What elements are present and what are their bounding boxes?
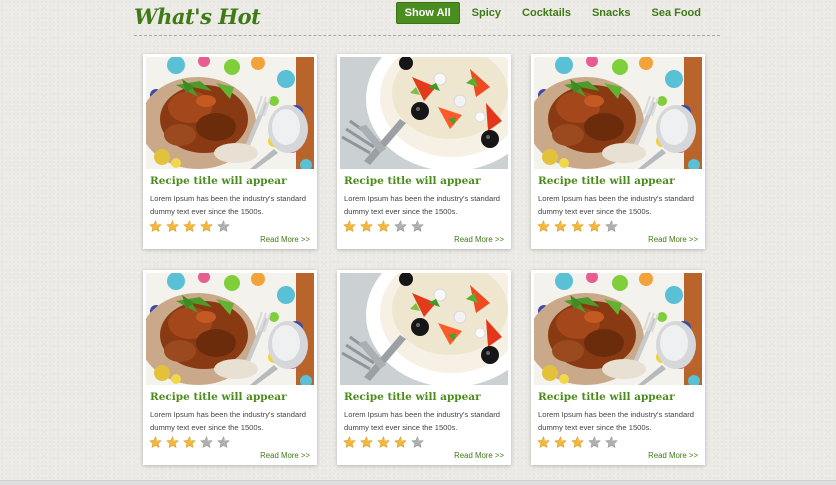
star-empty-icon[interactable] [217,436,230,449]
nav-spicy[interactable]: Spicy [463,2,510,24]
rating-stars[interactable] [149,436,230,449]
read-more-link[interactable]: Read More >> [260,235,310,244]
header-divider [134,35,720,36]
recipe-title[interactable]: Recipe title will appear [344,391,481,403]
read-more-link[interactable]: Read More >> [454,235,504,244]
recipe-description: Lorem Ipsum has been the industry's stan… [538,194,694,216]
recipe-description: Lorem Ipsum has been the industry's stan… [150,194,306,216]
star-filled-icon[interactable] [200,220,213,233]
nav-cocktails[interactable]: Cocktails [513,2,580,24]
recipe-title[interactable]: Recipe title will appear [538,175,675,187]
recipe-card[interactable]: Recipe title will appear Lorem Ipsum has… [337,54,511,249]
read-more-link[interactable]: Read More >> [454,451,504,460]
star-filled-icon[interactable] [537,436,550,449]
read-more-link[interactable]: Read More >> [648,235,698,244]
recipe-image[interactable] [534,57,702,169]
star-filled-icon[interactable] [343,436,356,449]
read-more-link[interactable]: Read More >> [648,451,698,460]
star-filled-icon[interactable] [377,220,390,233]
filter-nav: Show All Spicy Cocktails Snacks Sea Food [393,2,710,24]
recipe-image[interactable] [146,57,314,169]
star-empty-icon[interactable] [394,220,407,233]
star-filled-icon[interactable] [571,220,584,233]
recipe-image[interactable] [534,273,702,385]
star-empty-icon[interactable] [217,220,230,233]
star-filled-icon[interactable] [360,436,373,449]
star-empty-icon[interactable] [605,220,618,233]
star-filled-icon[interactable] [537,220,550,233]
star-filled-icon[interactable] [183,436,196,449]
recipe-card[interactable]: Recipe title will appear Lorem Ipsum has… [531,54,705,249]
recipe-card[interactable]: Recipe title will appear Lorem Ipsum has… [143,270,317,465]
star-filled-icon[interactable] [343,220,356,233]
star-filled-icon[interactable] [588,220,601,233]
rating-stars[interactable] [537,436,618,449]
star-empty-icon[interactable] [411,436,424,449]
recipe-card[interactable]: Recipe title will appear Lorem Ipsum has… [531,270,705,465]
star-filled-icon[interactable] [554,220,567,233]
recipe-title[interactable]: Recipe title will appear [344,175,481,187]
rating-stars[interactable] [343,220,424,233]
star-empty-icon[interactable] [411,220,424,233]
rating-stars[interactable] [149,220,230,233]
footer-strip [0,480,836,485]
recipe-title[interactable]: Recipe title will appear [538,391,675,403]
nav-snacks[interactable]: Snacks [583,2,640,24]
star-filled-icon[interactable] [554,436,567,449]
recipe-image[interactable] [146,273,314,385]
nav-sea-food[interactable]: Sea Food [642,2,710,24]
star-empty-icon[interactable] [588,436,601,449]
header: What's Hot Show All Spicy Cocktails Snac… [134,0,720,36]
star-filled-icon[interactable] [149,220,162,233]
recipe-description: Lorem Ipsum has been the industry's stan… [150,410,306,432]
recipe-title[interactable]: Recipe title will appear [150,391,287,403]
rating-stars[interactable] [537,220,618,233]
star-filled-icon[interactable] [183,220,196,233]
star-filled-icon[interactable] [149,436,162,449]
star-filled-icon[interactable] [166,220,179,233]
read-more-link[interactable]: Read More >> [260,451,310,460]
recipe-description: Lorem Ipsum has been the industry's stan… [344,194,500,216]
star-filled-icon[interactable] [394,436,407,449]
recipe-image[interactable] [340,273,508,385]
star-filled-icon[interactable] [166,436,179,449]
recipe-card[interactable]: Recipe title will appear Lorem Ipsum has… [337,270,511,465]
recipe-description: Lorem Ipsum has been the industry's stan… [344,410,500,432]
star-filled-icon[interactable] [360,220,373,233]
recipe-image[interactable] [340,57,508,169]
recipe-description: Lorem Ipsum has been the industry's stan… [538,410,694,432]
page-title: What's Hot [134,4,261,29]
star-filled-icon[interactable] [571,436,584,449]
nav-show-all[interactable]: Show All [395,2,460,24]
recipe-title[interactable]: Recipe title will appear [150,175,287,187]
star-filled-icon[interactable] [377,436,390,449]
star-empty-icon[interactable] [605,436,618,449]
star-empty-icon[interactable] [200,436,213,449]
recipe-card[interactable]: Recipe title will appear Lorem Ipsum has… [143,54,317,249]
rating-stars[interactable] [343,436,424,449]
